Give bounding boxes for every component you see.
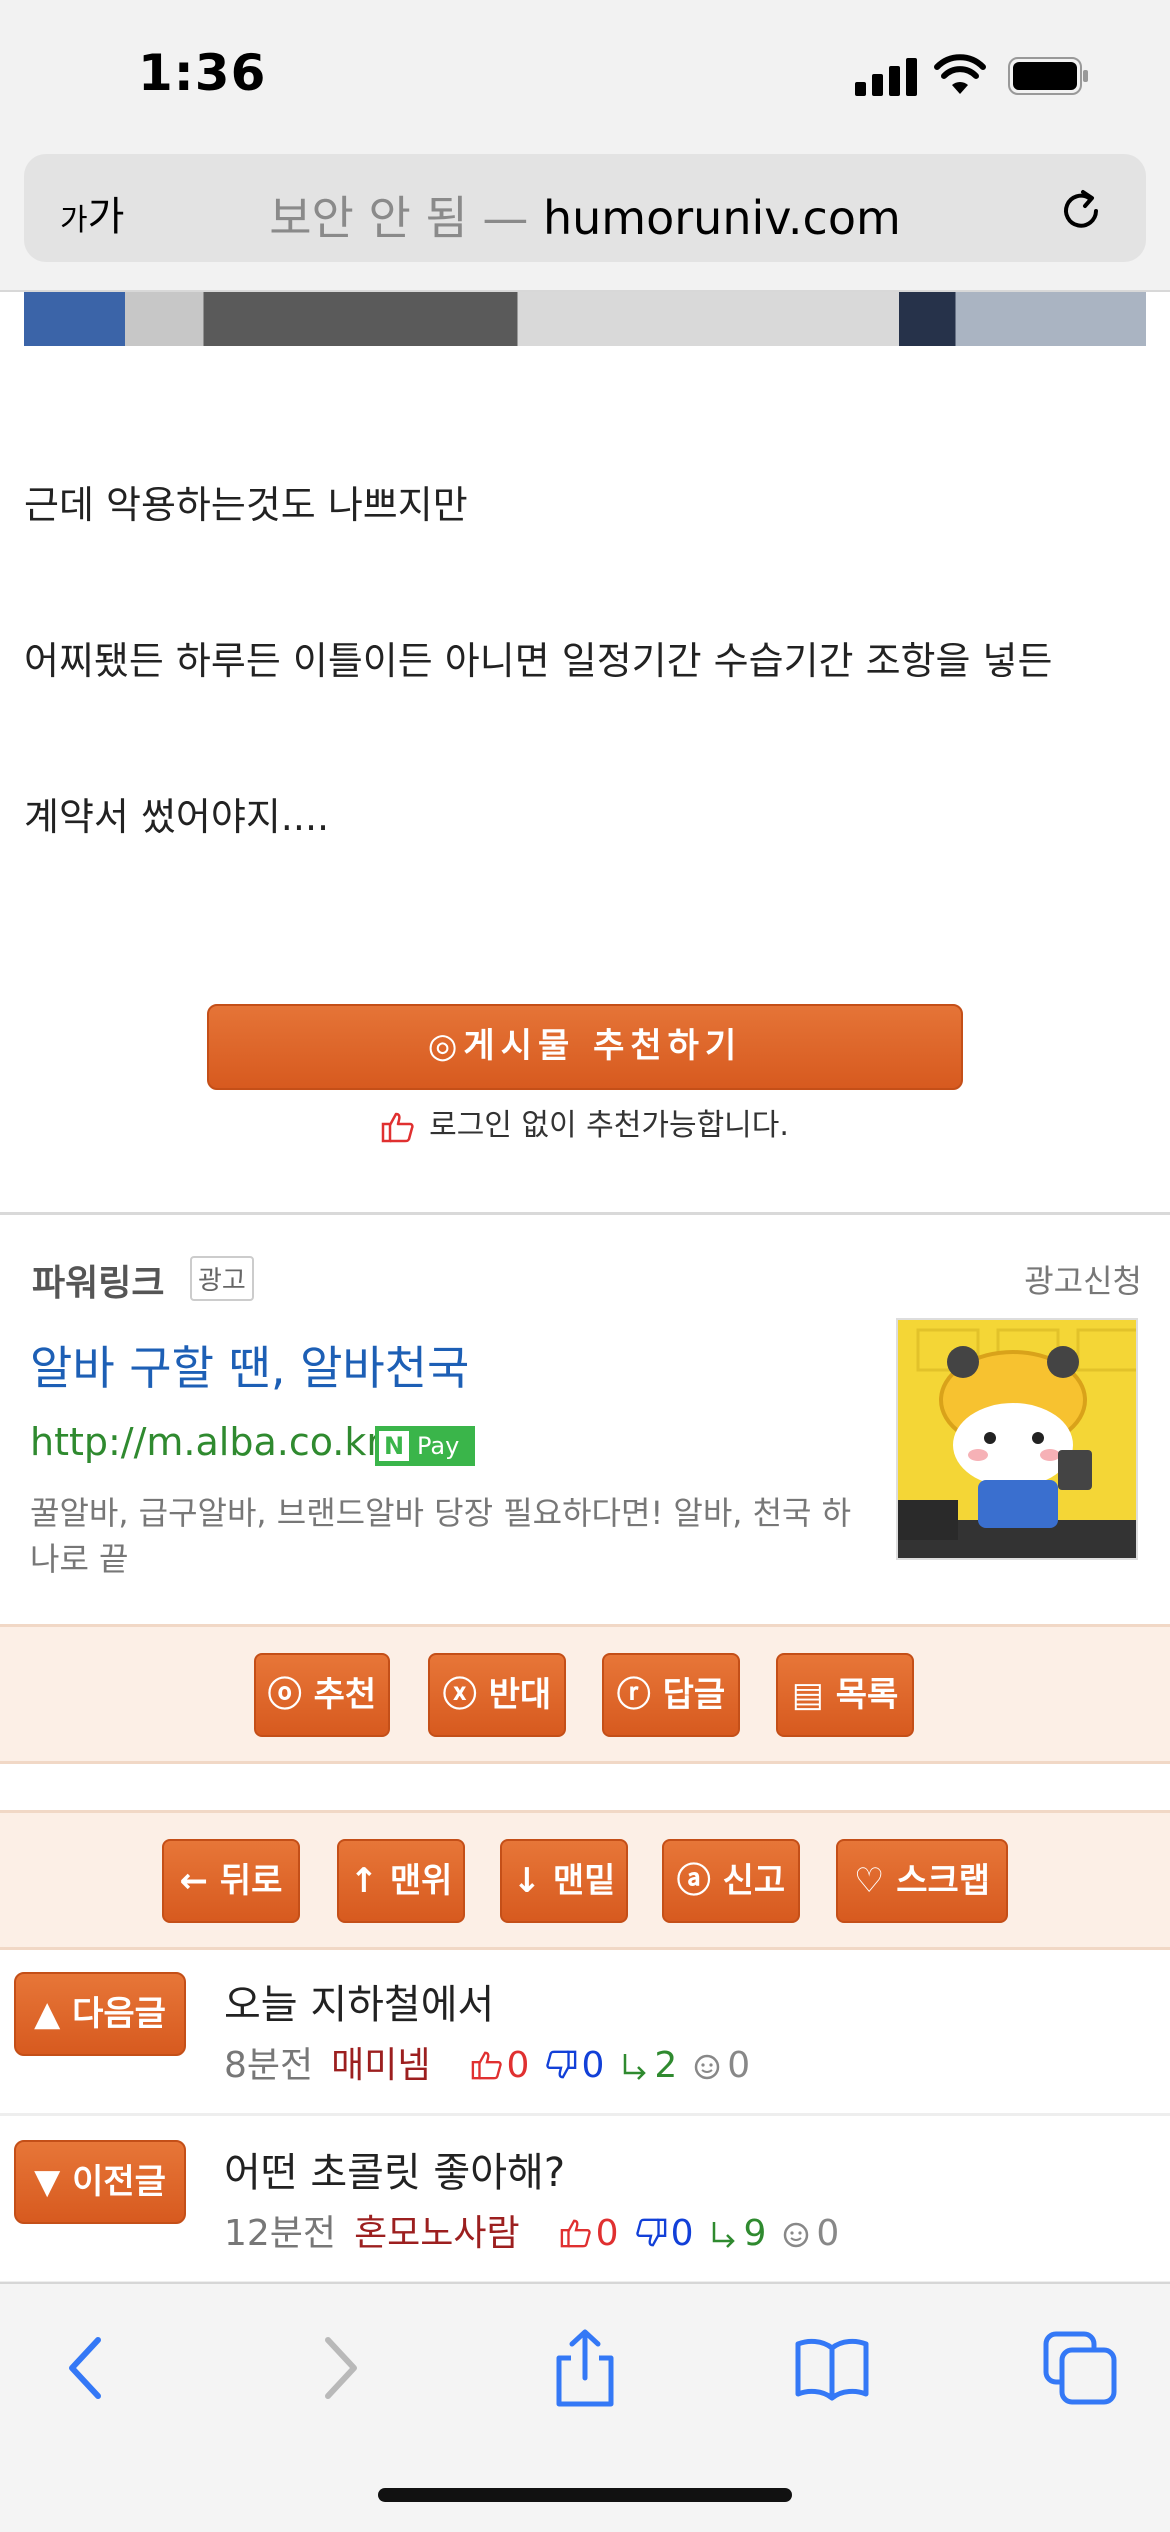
- reply-count: 2: [620, 2045, 677, 2086]
- next-post-row[interactable]: ▲ 다음글 오늘 지하철에서 8분전 매미넴 0 0 2 0: [0, 1950, 1170, 2116]
- post-author[interactable]: 매미넴: [331, 2045, 430, 2086]
- ad-apply-link[interactable]: 광고신청: [1024, 1256, 1142, 1302]
- article-line: 어찌됐든 하루든 이틀이든 아니면 일정기간 수습기간 조항을 넣든: [24, 639, 1053, 683]
- reply-button[interactable]: ⓡ 답글: [602, 1653, 740, 1737]
- next-post-meta: 8분전 매미넴 0 0 2 0: [224, 2036, 750, 2088]
- smiley-icon: [784, 2222, 809, 2248]
- up-count: 0: [560, 2213, 619, 2254]
- ad-title-link[interactable]: 알바 구할 땐, 알바천국: [30, 1332, 469, 1398]
- battery-icon: [1008, 57, 1088, 95]
- thumbs-down-icon: [635, 2218, 666, 2247]
- reload-icon[interactable]: [1056, 186, 1106, 236]
- post-action-bar: ⓞ 추천 ⓧ 반대 ⓡ 답글 ▤ 목록: [0, 1624, 1170, 1764]
- share-icon[interactable]: [545, 2328, 625, 2408]
- prev-post-button[interactable]: ▼ 이전글: [14, 2140, 186, 2224]
- wifi-icon: [934, 54, 986, 94]
- tabs-icon[interactable]: [1040, 2328, 1120, 2408]
- ad-badge: 광고: [190, 1256, 254, 1301]
- mascot-illustration: [898, 1320, 1136, 1558]
- article-line: 계약서 썼어야지....: [24, 795, 330, 839]
- thumbs-up-icon: [471, 2051, 502, 2080]
- reply-count: 9: [709, 2213, 766, 2254]
- page-nav-bar: ← 뒤로 ↑ 맨위 ↓ 맨밑 ⓐ 신고 ♡ 스크랩: [0, 1810, 1170, 1950]
- status-bar: 1:36: [0, 0, 1170, 150]
- npay-badge: N Pay: [375, 1426, 475, 1466]
- thumbs-down-icon: [546, 2050, 577, 2079]
- view-count: 0: [693, 2045, 750, 2086]
- article-image: [24, 292, 1146, 346]
- post-time: 12분전: [224, 2213, 337, 2254]
- article-line: 근데 악용하는것도 나쁘지만: [24, 483, 468, 527]
- back-button[interactable]: ← 뒤로: [162, 1839, 300, 1923]
- domain-label: humoruniv.com: [543, 191, 901, 245]
- next-post-title[interactable]: 오늘 지하철에서: [224, 1972, 494, 2030]
- home-indicator[interactable]: [378, 2488, 792, 2502]
- view-count: 0: [782, 2213, 839, 2254]
- post-time: 8분전: [224, 2045, 314, 2086]
- ad-thumbnail[interactable]: [896, 1318, 1138, 1560]
- up-count: 0: [471, 2045, 529, 2086]
- cellular-signal-icon: [855, 58, 917, 96]
- down-count: 0: [635, 2213, 693, 2254]
- scrap-button[interactable]: ♡ 스크랩: [836, 1839, 1008, 1923]
- status-time: 1:36: [138, 44, 267, 102]
- reply-arrow-icon: [713, 2222, 736, 2248]
- ad-url-link[interactable]: http://m.alba.co.kr: [30, 1420, 382, 1464]
- ad-description[interactable]: 꿀알바, 급구알바, 브랜드알바 당장 필요하다면! 알바, 천국 하나로 끝: [30, 1490, 870, 1582]
- bookmarks-icon[interactable]: [792, 2328, 872, 2408]
- oppose-button[interactable]: ⓧ 반대: [428, 1653, 566, 1737]
- bottom-button[interactable]: ↓ 맨밑: [500, 1839, 628, 1923]
- prev-post-meta: 12분전 혼모노사람 0 0 9 0: [224, 2204, 839, 2256]
- top-button[interactable]: ↑ 맨위: [337, 1839, 465, 1923]
- recommend-post-button[interactable]: ◎게시물 추천하기: [207, 1004, 963, 1090]
- down-count: 0: [545, 2045, 604, 2086]
- list-button[interactable]: ▤ 목록: [776, 1653, 914, 1737]
- thumbs-up-icon: [381, 1112, 414, 1142]
- smiley-icon: [695, 2054, 720, 2080]
- insecure-label: 보안 안 됨 —: [269, 191, 529, 245]
- url-display[interactable]: 보안 안 됨 — humoruniv.com: [24, 182, 1146, 248]
- npay-logo-icon: N: [379, 1431, 409, 1461]
- divider: [0, 1212, 1170, 1215]
- report-button[interactable]: ⓐ 신고: [662, 1839, 800, 1923]
- forward-icon[interactable]: [298, 2328, 378, 2408]
- prev-post-row[interactable]: ▼ 이전글 어떤 초콜릿 좋아해? 12분전 혼모노사람 0 0 9 0: [0, 2118, 1170, 2284]
- recommend-note: 로그인 없이 추천가능합니다.: [0, 1100, 1170, 1144]
- thumbs-up-icon: [560, 2219, 591, 2248]
- recommend-note-text: 로그인 없이 추천가능합니다.: [429, 1108, 789, 1143]
- browser-address-area: 가가 보안 안 됨 — humoruniv.com: [0, 150, 1170, 292]
- post-author[interactable]: 혼모노사람: [354, 2213, 520, 2254]
- reply-arrow-icon: [624, 2054, 647, 2080]
- next-post-button[interactable]: ▲ 다음글: [14, 1972, 186, 2056]
- powerlink-title: 파워링크: [32, 1263, 165, 1304]
- article-body: 근데 악용하는것도 나쁘지만 어찌됐든 하루든 이틀이든 아니면 일정기간 수습…: [24, 470, 1146, 938]
- back-icon[interactable]: [48, 2328, 128, 2408]
- prev-post-title[interactable]: 어떤 초콜릿 좋아해?: [224, 2140, 565, 2198]
- address-bar[interactable]: 가가 보안 안 됨 — humoruniv.com: [24, 154, 1146, 262]
- recommend-button[interactable]: ⓞ 추천: [254, 1653, 390, 1737]
